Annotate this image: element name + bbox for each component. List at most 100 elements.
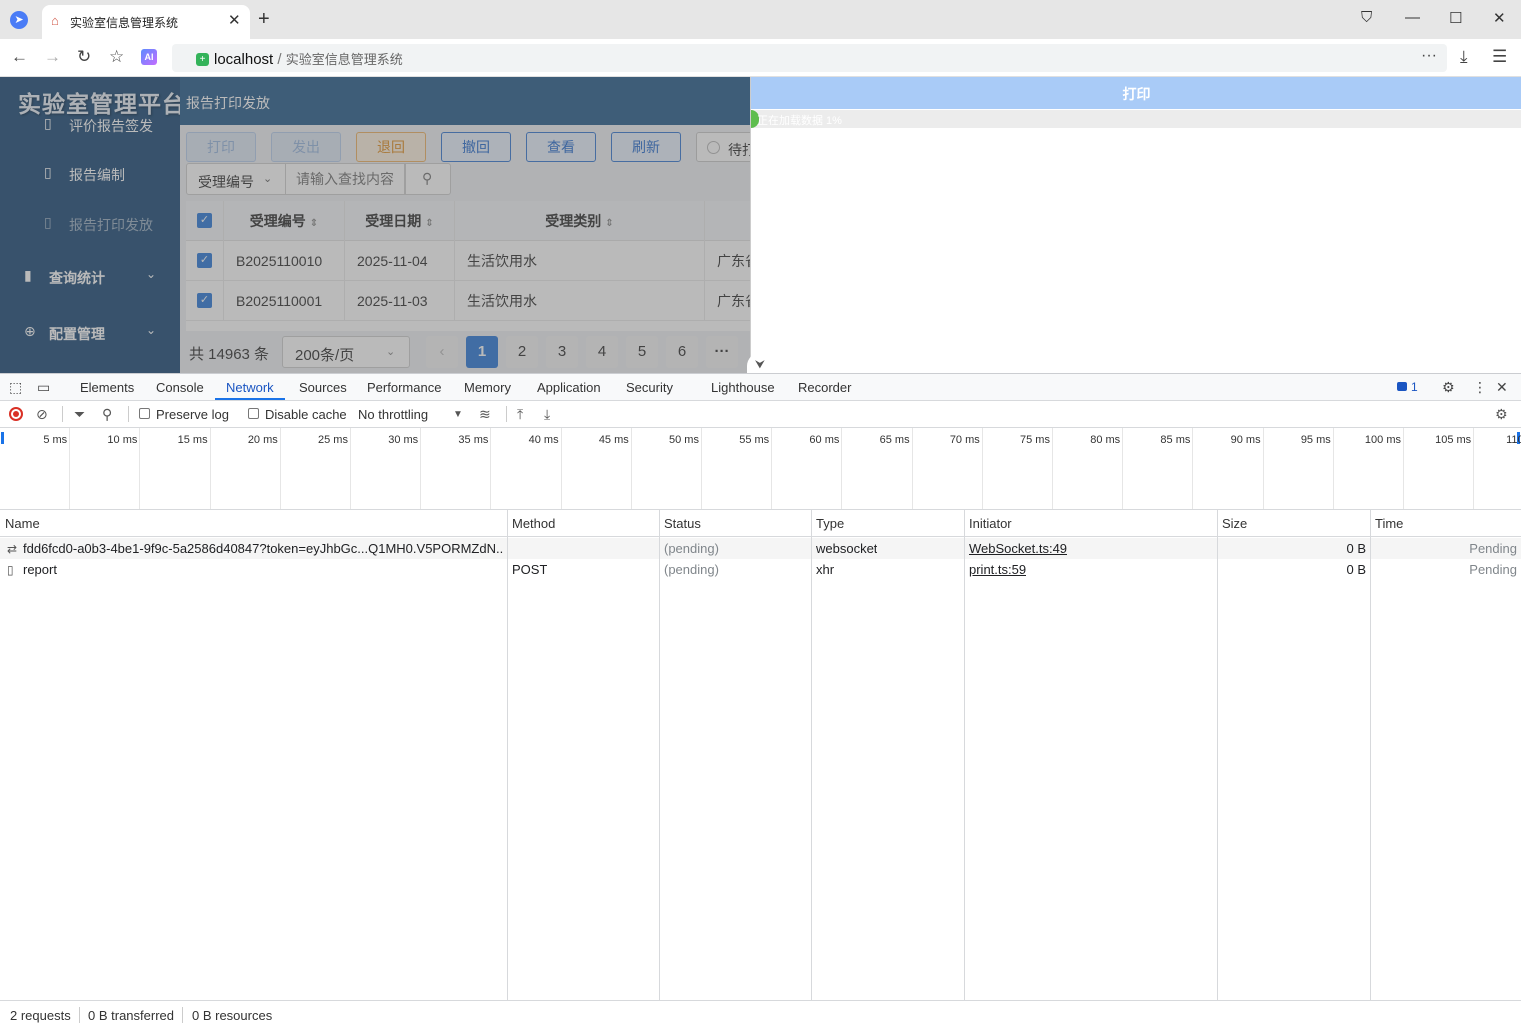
reload-icon[interactable]: ↻ xyxy=(77,47,91,67)
record-stop-icon[interactable] xyxy=(9,407,23,421)
url-field[interactable]: + localhost / 实验室信息管理系统 ··· xyxy=(172,44,1447,72)
browser-tab-strip: ➤ ⌂ 实验室信息管理系统 ✕ + ⛉ — ☐ ✕ xyxy=(0,0,1521,39)
column-divider[interactable] xyxy=(507,510,508,1000)
browser-tab[interactable]: ⌂ 实验室信息管理系统 ✕ xyxy=(42,5,250,39)
column-header-size[interactable]: Size xyxy=(1222,516,1247,531)
column-divider[interactable] xyxy=(659,510,660,1000)
request-initiator-link[interactable]: WebSocket.ts:49 xyxy=(969,541,1067,556)
column-divider[interactable] xyxy=(1370,510,1371,1000)
network-request-row[interactable]: ⇄ fdd6fcd0-a0b3-4be1-9f9c-5a2586d40847?t… xyxy=(0,538,1521,559)
tab-lighthouse[interactable]: Lighthouse xyxy=(711,380,775,395)
timeline-tick: 50 ms xyxy=(632,428,702,509)
maximize-icon[interactable]: ☐ xyxy=(1449,9,1462,27)
forward-icon[interactable]: → xyxy=(44,47,61,67)
loading-progress: 正在加载数据 1% xyxy=(751,110,1521,128)
close-devtools-icon[interactable]: ✕ xyxy=(1496,379,1508,396)
back-icon[interactable]: ← xyxy=(11,47,28,67)
column-header-status[interactable]: Status xyxy=(664,516,701,531)
timeline-tick-label: 10 ms xyxy=(107,434,138,446)
new-tab-icon[interactable]: + xyxy=(258,8,270,31)
inspect-element-icon[interactable]: ⬚ xyxy=(9,379,22,396)
export-har-icon[interactable]: ⤓ xyxy=(544,406,550,423)
timeline-tick-label: 75 ms xyxy=(1020,434,1050,446)
column-header-time[interactable]: Time xyxy=(1375,516,1403,531)
request-method: POST xyxy=(512,562,548,577)
downloads-icon[interactable]: ⤓ xyxy=(1460,47,1468,67)
devtools-panel: ⬚ ▭ Elements Console Network Sources Per… xyxy=(0,373,1521,1028)
timeline-tick: 55 ms xyxy=(702,428,773,509)
network-settings-icon[interactable]: ⚙ xyxy=(1495,406,1508,423)
column-divider[interactable] xyxy=(811,510,812,1000)
column-header-type[interactable]: Type xyxy=(816,516,844,531)
request-initiator-link[interactable]: print.ts:59 xyxy=(969,562,1026,577)
minimize-icon[interactable]: — xyxy=(1405,9,1420,26)
timeline-tick: 45 ms xyxy=(562,428,632,509)
secure-shield-icon[interactable]: + xyxy=(196,53,209,66)
request-time: Pending xyxy=(1469,562,1517,577)
timeline-tick-label: 80 ms xyxy=(1090,434,1121,446)
issues-counter[interactable]: 1 xyxy=(1397,380,1418,394)
network-request-row[interactable]: ▯ report POST (pending) xhr print.ts:59 … xyxy=(0,559,1521,580)
tab-recorder[interactable]: Recorder xyxy=(798,380,851,395)
timeline-tick: 65 ms xyxy=(842,428,913,509)
timeline-tick-label: 40 ms xyxy=(528,434,559,446)
modal-overlay[interactable] xyxy=(0,77,750,373)
column-divider[interactable] xyxy=(964,510,965,1000)
column-header-name[interactable]: Name xyxy=(5,516,40,531)
favorite-star-icon[interactable]: ☆ xyxy=(109,47,124,67)
tab-sources[interactable]: Sources xyxy=(299,380,347,395)
tab-security[interactable]: Security xyxy=(626,380,673,395)
timeline-tick-label: 25 ms xyxy=(318,434,348,446)
timeline-tick: 70 ms xyxy=(913,428,983,509)
column-header-initiator[interactable]: Initiator xyxy=(969,516,1012,531)
close-tab-icon[interactable]: ✕ xyxy=(228,11,241,29)
throttling-select[interactable]: No throttling xyxy=(358,407,428,422)
timeline-tick: 20 ms xyxy=(211,428,281,509)
request-size: 0 B xyxy=(1346,541,1366,556)
tab-application[interactable]: Application xyxy=(537,380,601,395)
timeline-tick: 100 ms xyxy=(1334,428,1404,509)
browser-logo-icon[interactable]: ➤ xyxy=(10,11,28,29)
timeline-tick: 30 ms xyxy=(351,428,422,509)
device-toolbar-icon[interactable]: ▭ xyxy=(37,379,50,396)
tab-console[interactable]: Console xyxy=(156,380,204,395)
issues-flag-icon xyxy=(1397,382,1407,391)
kebab-menu-icon[interactable]: ⋮ xyxy=(1473,379,1487,396)
close-window-icon[interactable]: ✕ xyxy=(1493,9,1506,27)
preserve-log-checkbox[interactable] xyxy=(139,408,150,419)
column-header-method[interactable]: Method xyxy=(512,516,555,531)
tab-performance[interactable]: Performance xyxy=(367,380,441,395)
import-har-icon[interactable]: ⤒ xyxy=(517,406,523,423)
collapse-drawer-icon[interactable]: ⮟ xyxy=(747,353,773,373)
clear-icon[interactable]: ⊘ xyxy=(36,406,48,423)
timeline-tick-label: 110 ms xyxy=(1506,434,1521,446)
tab-memory[interactable]: Memory xyxy=(464,380,511,395)
issues-count: 1 xyxy=(1411,380,1418,394)
print-drawer-header: 打印 xyxy=(751,77,1521,109)
lab-management-app: ▯ 评价报告签发 ▯ 报告编制 ▯ 报告打印发放 ▮ 查询统计 ⌄ ⊕ 配置管理… xyxy=(0,77,776,373)
collections-icon[interactable]: ⛉ xyxy=(1361,9,1372,26)
timeline-tick: 40 ms xyxy=(491,428,562,509)
network-overview-timeline[interactable]: 5 ms 10 ms 15 ms 20 ms 25 ms 30 ms 35 ms 40 ms 4… xyxy=(0,428,1521,510)
request-name[interactable]: fdd6fcd0-a0b3-4be1-9f9c-5a2586d40847?tok… xyxy=(23,541,503,556)
settings-gear-icon[interactable]: ⚙ xyxy=(1442,379,1455,396)
timeline-tick-label: 60 ms xyxy=(809,434,840,446)
tab-elements[interactable]: Elements xyxy=(80,380,134,395)
tab-network[interactable]: Network xyxy=(226,380,274,395)
resources-size: 0 B resources xyxy=(192,1008,273,1023)
ai-assistant-icon[interactable]: AI xyxy=(141,49,157,65)
timeline-tick-label: 35 ms xyxy=(458,434,489,446)
search-icon[interactable]: ⚲ xyxy=(102,406,112,423)
menu-icon[interactable]: ☰ xyxy=(1492,47,1507,67)
more-options-icon[interactable]: ··· xyxy=(1421,47,1437,65)
timeline-tick-label: 70 ms xyxy=(949,434,980,446)
disable-cache-checkbox[interactable] xyxy=(248,408,259,419)
network-conditions-icon[interactable]: ≋ xyxy=(479,406,491,423)
caret-down-icon[interactable]: ▼ xyxy=(453,409,463,420)
filter-icon[interactable]: ⏷ xyxy=(74,406,85,423)
timeline-tick-label: 65 ms xyxy=(879,434,910,446)
timeline-tick: 60 ms xyxy=(772,428,843,509)
request-name[interactable]: report xyxy=(23,562,503,577)
column-divider[interactable] xyxy=(1217,510,1218,1000)
timeline-tick-label: 15 ms xyxy=(177,434,208,446)
